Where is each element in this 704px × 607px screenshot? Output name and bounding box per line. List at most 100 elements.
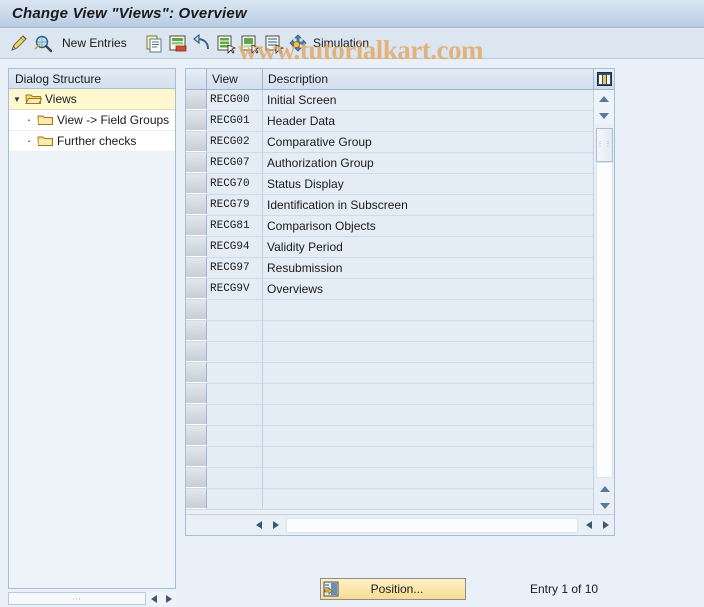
cell-description[interactable]: Status Display bbox=[263, 174, 593, 194]
column-header-description[interactable]: Description bbox=[263, 69, 593, 89]
row-select-cell[interactable] bbox=[186, 321, 207, 341]
table-row[interactable]: RECG00 Initial Screen bbox=[186, 90, 593, 111]
cell-view[interactable]: RECG94 bbox=[207, 237, 263, 257]
table-scroll-thumb[interactable]: ⋮⋮ bbox=[596, 128, 613, 162]
cell-description[interactable] bbox=[263, 342, 593, 362]
table-row-empty[interactable] bbox=[186, 468, 593, 489]
table-row-empty[interactable] bbox=[186, 321, 593, 342]
row-select-cell[interactable] bbox=[186, 111, 207, 131]
move-cross-icon[interactable] bbox=[287, 33, 309, 55]
table-row[interactable]: RECG97 Resubmission bbox=[186, 258, 593, 279]
row-select-cell[interactable] bbox=[186, 237, 207, 257]
cell-view[interactable]: RECG9V bbox=[207, 279, 263, 299]
table-hscroll-page-right-button[interactable] bbox=[597, 517, 614, 534]
tree-scroll-right-button[interactable] bbox=[161, 592, 176, 605]
table-row[interactable]: RECG94 Validity Period bbox=[186, 237, 593, 258]
table-select-all-column-header[interactable] bbox=[186, 69, 207, 89]
cell-view[interactable] bbox=[207, 468, 263, 488]
cell-view[interactable]: RECG01 bbox=[207, 111, 263, 131]
cell-description[interactable]: Resubmission bbox=[263, 258, 593, 278]
table-row[interactable]: RECG9V Overviews bbox=[186, 279, 593, 300]
cell-description[interactable]: Authorization Group bbox=[263, 153, 593, 173]
table-row[interactable]: RECG81 Comparison Objects bbox=[186, 216, 593, 237]
row-select-cell[interactable] bbox=[186, 489, 207, 509]
table-scroll-down-button[interactable] bbox=[594, 107, 614, 124]
cell-view[interactable] bbox=[207, 321, 263, 341]
row-select-cell[interactable] bbox=[186, 447, 207, 467]
table-row-empty[interactable] bbox=[186, 447, 593, 468]
cell-description[interactable]: Comparative Group bbox=[263, 132, 593, 152]
cell-description[interactable] bbox=[263, 468, 593, 488]
cell-description[interactable] bbox=[263, 363, 593, 383]
cell-view[interactable] bbox=[207, 489, 263, 509]
deselect-all-icon[interactable] bbox=[263, 33, 285, 55]
cell-view[interactable]: RECG07 bbox=[207, 153, 263, 173]
table-hscroll-track[interactable] bbox=[286, 517, 578, 533]
change-display-icon[interactable] bbox=[8, 33, 30, 55]
row-select-cell[interactable] bbox=[186, 363, 207, 383]
table-row-empty[interactable] bbox=[186, 405, 593, 426]
table-scroll-track[interactable] bbox=[596, 162, 613, 478]
row-select-cell[interactable] bbox=[186, 90, 207, 110]
position-button[interactable]: Position... bbox=[320, 578, 466, 600]
table-scroll-up-button[interactable] bbox=[594, 90, 614, 107]
tree-scroll-grip[interactable]: ⋯ bbox=[72, 593, 82, 604]
delete-icon[interactable] bbox=[167, 33, 189, 55]
cell-view[interactable]: RECG02 bbox=[207, 132, 263, 152]
table-row-empty[interactable] bbox=[186, 300, 593, 321]
sidebar-item-view-field-groups[interactable]: · View -> Field Groups bbox=[9, 110, 175, 131]
cell-description[interactable]: Header Data bbox=[263, 111, 593, 131]
table-row[interactable]: RECG07 Authorization Group bbox=[186, 153, 593, 174]
cell-description[interactable]: Overviews bbox=[263, 279, 593, 299]
row-select-cell[interactable] bbox=[186, 132, 207, 152]
tree-scroll-track[interactable]: ⋯ bbox=[8, 592, 146, 605]
row-select-cell[interactable] bbox=[186, 384, 207, 404]
row-select-cell[interactable] bbox=[186, 174, 207, 194]
copy-as-icon[interactable] bbox=[143, 33, 165, 55]
column-header-view[interactable]: View bbox=[207, 69, 263, 89]
cell-description[interactable]: Validity Period bbox=[263, 237, 593, 257]
table-hscroll-page-left-button[interactable] bbox=[580, 517, 597, 534]
cell-view[interactable] bbox=[207, 405, 263, 425]
cell-description[interactable] bbox=[263, 384, 593, 404]
table-row-empty[interactable] bbox=[186, 363, 593, 384]
expand-triangle-icon[interactable]: ▼ bbox=[9, 95, 25, 104]
cell-view[interactable] bbox=[207, 363, 263, 383]
table-row-empty[interactable] bbox=[186, 426, 593, 447]
simulation-button[interactable]: Simulation bbox=[313, 36, 369, 50]
sidebar-item-views[interactable]: ▼ Views bbox=[9, 89, 175, 110]
table-hscroll-right-button[interactable] bbox=[267, 517, 284, 534]
cell-description[interactable] bbox=[263, 426, 593, 446]
table-horizontal-scrollbar[interactable] bbox=[186, 514, 614, 535]
display-search-icon[interactable] bbox=[32, 33, 54, 55]
cell-description[interactable] bbox=[263, 321, 593, 341]
table-hscroll-left-button[interactable] bbox=[250, 517, 267, 534]
table-scroll-page-up-button[interactable] bbox=[595, 480, 614, 497]
cell-description[interactable]: Identification in Subscreen bbox=[263, 195, 593, 215]
tree-scroll-left-button[interactable] bbox=[146, 592, 161, 605]
select-all-icon[interactable] bbox=[215, 33, 237, 55]
table-scroll-page-down-button[interactable] bbox=[595, 497, 614, 514]
cell-view[interactable]: RECG00 bbox=[207, 90, 263, 110]
table-row[interactable]: RECG70 Status Display bbox=[186, 174, 593, 195]
select-block-icon[interactable] bbox=[239, 33, 261, 55]
table-row-empty[interactable] bbox=[186, 384, 593, 405]
cell-description[interactable] bbox=[263, 489, 593, 509]
row-select-cell[interactable] bbox=[186, 468, 207, 488]
undo-arrow-icon[interactable] bbox=[191, 33, 213, 55]
sidebar-item-further-checks[interactable]: · Further checks bbox=[9, 131, 175, 152]
new-entries-button[interactable]: New Entries bbox=[62, 36, 127, 50]
cell-view[interactable]: RECG81 bbox=[207, 216, 263, 236]
row-select-cell[interactable] bbox=[186, 195, 207, 215]
table-settings-icon[interactable] bbox=[593, 69, 614, 89]
cell-description[interactable]: Initial Screen bbox=[263, 90, 593, 110]
table-row-empty[interactable] bbox=[186, 489, 593, 510]
table-vertical-scrollbar[interactable]: ⋮⋮ bbox=[593, 90, 614, 514]
table-row[interactable]: RECG01 Header Data bbox=[186, 111, 593, 132]
row-select-cell[interactable] bbox=[186, 258, 207, 278]
table-row-empty[interactable] bbox=[186, 342, 593, 363]
row-select-cell[interactable] bbox=[186, 153, 207, 173]
row-select-cell[interactable] bbox=[186, 342, 207, 362]
row-select-cell[interactable] bbox=[186, 405, 207, 425]
cell-view[interactable] bbox=[207, 342, 263, 362]
